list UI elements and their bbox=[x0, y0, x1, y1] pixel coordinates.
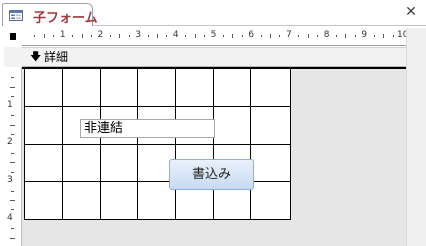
ruler-tick bbox=[194, 34, 196, 38]
ruler-tick bbox=[156, 34, 158, 38]
arrow-down-icon: 🡇 bbox=[30, 50, 42, 63]
ruler-tick bbox=[10, 162, 15, 164]
ruler-tick bbox=[147, 35, 149, 37]
ruler-tick bbox=[10, 86, 15, 88]
ruler-tick bbox=[11, 115, 14, 117]
form-icon bbox=[9, 10, 23, 21]
ruler-tick bbox=[392, 35, 394, 37]
ruler-tick bbox=[119, 34, 121, 38]
ruler-tick bbox=[43, 34, 45, 38]
ruler-number: 1 bbox=[7, 99, 13, 110]
ruler-number: 8 bbox=[323, 30, 330, 40]
ruler-tick bbox=[10, 124, 15, 126]
ruler-tick bbox=[11, 209, 14, 211]
unbound-textbox[interactable]: 非連結 bbox=[80, 119, 215, 138]
horizontal-ruler[interactable]: 1 2 3 4 5 6 7 8 9 10 bbox=[22, 28, 408, 46]
ruler-number: 3 bbox=[135, 30, 141, 40]
ruler-tick bbox=[128, 35, 130, 37]
section-label: 詳細 bbox=[44, 50, 69, 64]
ruler-tick bbox=[90, 35, 92, 37]
ruler-number: 9 bbox=[361, 30, 368, 40]
ruler-tick bbox=[279, 35, 281, 37]
ruler-tick bbox=[11, 171, 14, 173]
unbound-textbox-text: 非連結 bbox=[84, 121, 124, 136]
close-icon[interactable]: ✕ bbox=[404, 4, 418, 20]
ruler-tick bbox=[11, 228, 14, 230]
write-button[interactable]: 書込み bbox=[169, 159, 254, 190]
ruler-tick bbox=[11, 77, 14, 79]
ruler-number: 6 bbox=[248, 30, 255, 40]
ruler-tick bbox=[270, 34, 272, 38]
ruler-tick bbox=[345, 34, 347, 38]
ruler-number: 4 bbox=[7, 212, 13, 223]
tab-divider bbox=[93, 25, 426, 26]
ruler-tick bbox=[222, 35, 224, 37]
ruler-tick bbox=[317, 35, 319, 37]
ruler-tick bbox=[241, 35, 243, 37]
ruler-tick bbox=[336, 35, 338, 37]
section-top-border bbox=[22, 67, 406, 69]
ruler-number: 4 bbox=[172, 30, 179, 40]
ruler-tick bbox=[11, 133, 14, 135]
ruler-tick bbox=[260, 35, 262, 37]
ruler-tick bbox=[72, 35, 74, 37]
form-selector-mark bbox=[10, 33, 16, 40]
ruler-tick bbox=[298, 35, 300, 37]
ruler-tick bbox=[11, 152, 14, 154]
ruler-tick bbox=[307, 34, 309, 38]
ruler-tick bbox=[53, 35, 55, 37]
ruler-number: 5 bbox=[210, 30, 217, 40]
ruler-tick bbox=[204, 35, 206, 37]
section-selector[interactable] bbox=[4, 47, 22, 67]
ruler-tick bbox=[10, 199, 15, 201]
ruler-tick bbox=[11, 96, 14, 98]
ruler-tick bbox=[166, 35, 168, 37]
ruler-number: 3 bbox=[7, 175, 13, 186]
vertical-scrollbar[interactable] bbox=[406, 28, 426, 246]
detail-section-grid[interactable] bbox=[24, 68, 291, 220]
grid-line-horizontal bbox=[24, 144, 290, 145]
ruler-tick bbox=[232, 34, 234, 38]
ruler-tick bbox=[185, 35, 187, 37]
ruler-tick bbox=[109, 35, 111, 37]
ruler-tick bbox=[34, 35, 36, 37]
section-header-detail[interactable] bbox=[22, 47, 406, 67]
tab-title: 子フォーム bbox=[33, 11, 98, 26]
grid-line-horizontal bbox=[24, 106, 290, 107]
ruler-tick bbox=[354, 35, 356, 37]
ruler-tick bbox=[11, 190, 14, 192]
ruler-tick bbox=[10, 237, 15, 239]
document-tab[interactable]: 子フォーム bbox=[2, 3, 98, 26]
vertical-ruler[interactable]: 1 2 3 4 bbox=[4, 67, 22, 246]
ruler-number: 7 bbox=[286, 30, 292, 40]
ruler-tick bbox=[383, 34, 385, 38]
ruler-tick bbox=[373, 35, 375, 37]
ruler-number: 1 bbox=[59, 30, 66, 40]
ruler-tick bbox=[81, 34, 83, 38]
ruler-number: 2 bbox=[97, 30, 104, 40]
ruler-number: 2 bbox=[7, 137, 13, 148]
